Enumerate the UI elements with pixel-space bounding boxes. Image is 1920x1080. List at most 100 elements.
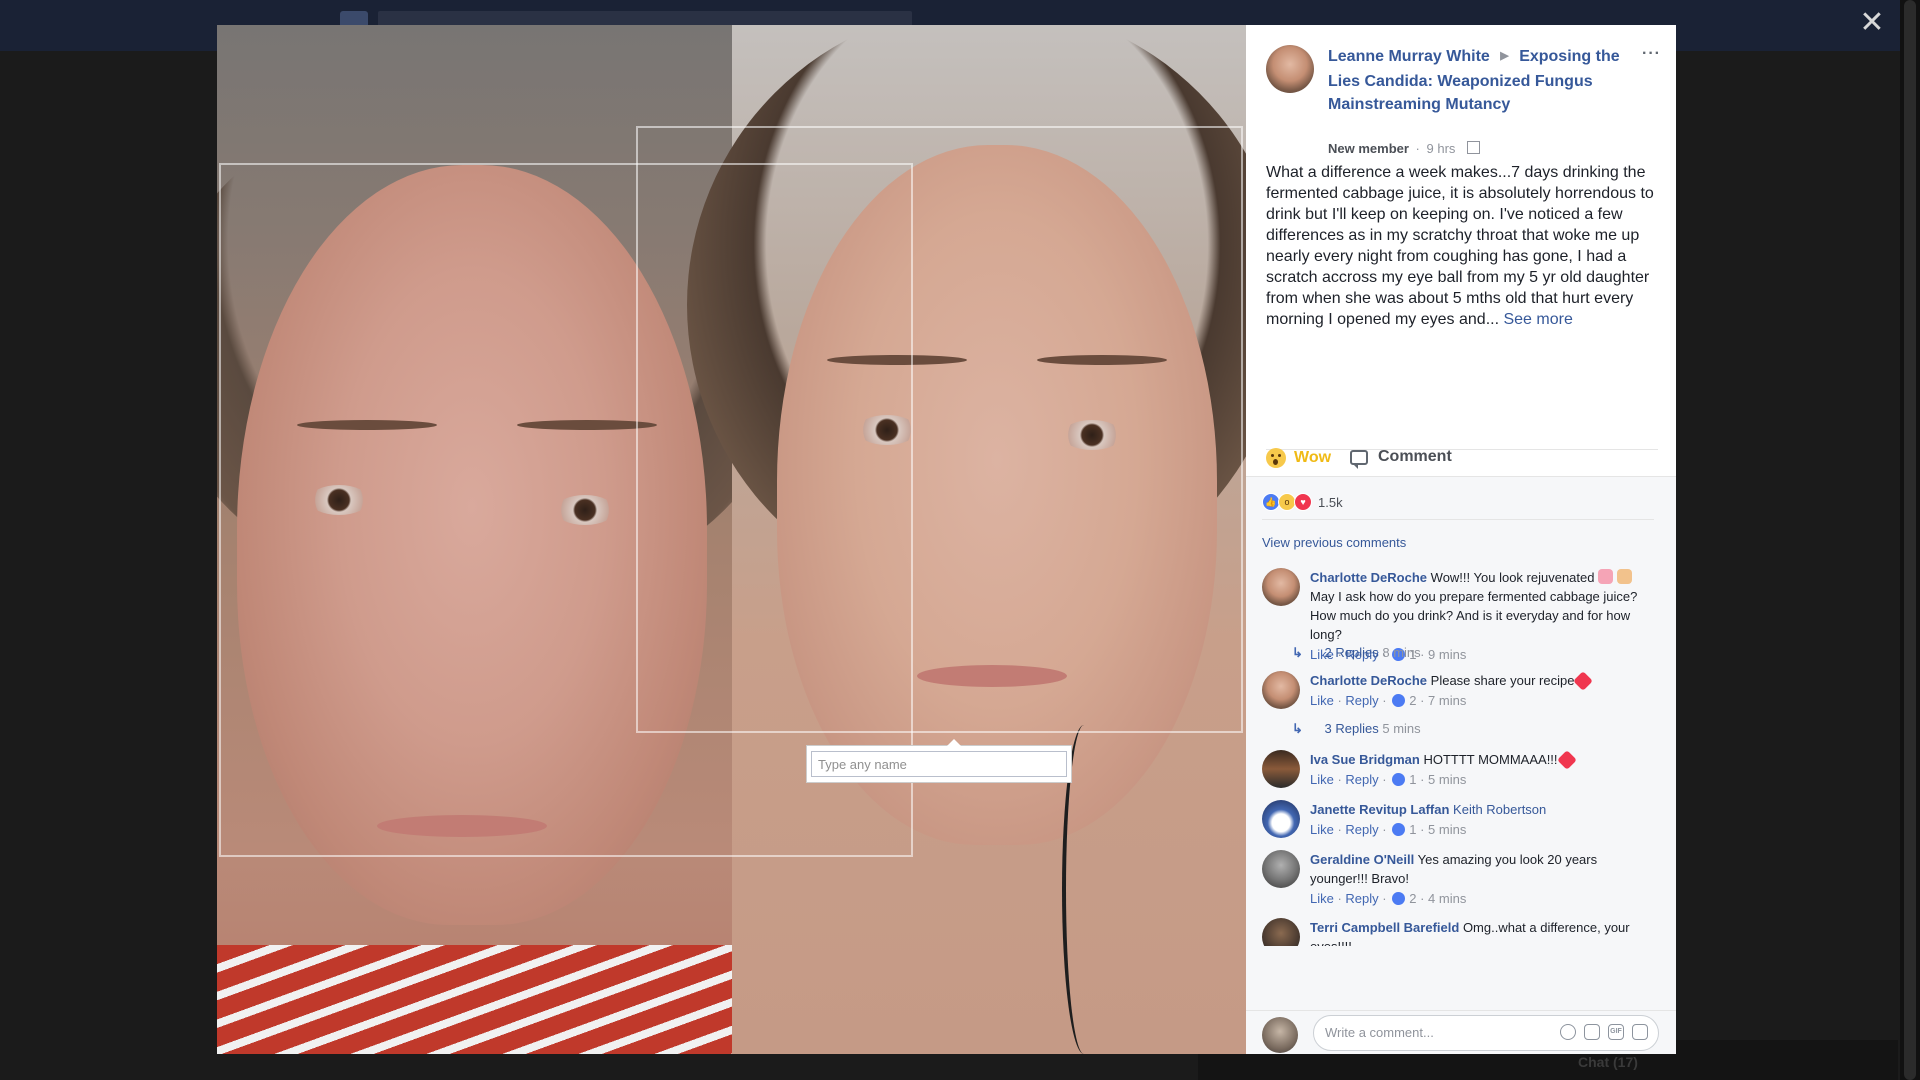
- like-badge-icon: [1392, 773, 1406, 786]
- chat-label: Chat (17): [1578, 1054, 1638, 1070]
- comment-footer: Like · Reply · 2 · 7 mins: [1310, 693, 1467, 708]
- comment-time[interactable]: 9 mins: [1428, 647, 1466, 662]
- wow-emoji-icon: [1266, 448, 1286, 468]
- sticker-icon[interactable]: [1632, 1024, 1648, 1040]
- comment-body: Janette Revitup Laffan Keith Robertson L…: [1310, 800, 1640, 841]
- comment-input-tools: GIF: [1560, 1024, 1648, 1040]
- more-options-button[interactable]: ···: [1642, 45, 1666, 63]
- wow-label: Wow: [1294, 449, 1332, 466]
- thumbs-up-emoji-icon: [1616, 569, 1632, 584]
- replies-count-link[interactable]: 2 Replies: [1325, 645, 1379, 660]
- comment-footer: Like · Reply · 1 · 5 mins: [1310, 822, 1467, 837]
- commenter-avatar[interactable]: [1262, 918, 1300, 946]
- comment-body: Terri Campbell Barefield Omg..what a dif…: [1310, 918, 1640, 946]
- reply-comment-link[interactable]: Reply: [1345, 891, 1378, 906]
- like-badge-icon: [1392, 823, 1406, 836]
- author-avatar[interactable]: [1266, 45, 1314, 93]
- face-tag-box[interactable]: [636, 126, 1243, 733]
- comment-time[interactable]: 5 mins: [1428, 772, 1466, 787]
- comment-text-continued: May I ask how do you prepare fermented c…: [1310, 589, 1638, 642]
- photo-viewer-image[interactable]: [217, 25, 1246, 1054]
- page-scrollbar[interactable]: [1900, 0, 1920, 1080]
- comment-footer: Like · Reply · 1 · 5 mins: [1310, 772, 1467, 787]
- tag-name-input[interactable]: [811, 751, 1067, 777]
- reaction-count: 1.5k: [1318, 494, 1343, 510]
- write-comment-placeholder: Write a comment...: [1325, 1025, 1434, 1040]
- striped-shirt: [217, 945, 732, 1054]
- replies-time: 8 mins: [1382, 645, 1421, 660]
- comment-like-count[interactable]: 1: [1409, 822, 1416, 837]
- comment-time[interactable]: 5 mins: [1428, 822, 1466, 837]
- post-actions: Wow Comment: [1266, 440, 1658, 474]
- commenter-name[interactable]: Geraldine O'Neill: [1310, 852, 1414, 867]
- reply-arrow-icon: ↳: [1292, 645, 1303, 660]
- replies-count-link[interactable]: 3 Replies: [1325, 721, 1379, 736]
- reply-arrow-icon: ↳: [1292, 721, 1303, 736]
- divider: [1262, 519, 1654, 520]
- write-comment-input[interactable]: Write a comment... GIF: [1313, 1015, 1659, 1051]
- comment-body: Charlotte DeRoche Please share your reci…: [1310, 671, 1640, 712]
- commenter-name[interactable]: Charlotte DeRoche: [1310, 570, 1427, 585]
- heart-emoji-icon: [1556, 750, 1577, 770]
- comment-bubble-icon: [1350, 449, 1368, 469]
- commenter-name[interactable]: Terri Campbell Barefield: [1310, 920, 1459, 935]
- author-name-link[interactable]: Leanne Murray White: [1328, 48, 1490, 65]
- reaction-summary[interactable]: 👍 o ♥ 1.5k: [1262, 493, 1343, 511]
- comment-footer: Like · Reply · 2 · 4 mins: [1310, 891, 1467, 906]
- comment-label: Comment: [1378, 448, 1452, 465]
- comment-item: Terri Campbell Barefield Omg..what a dif…: [1262, 918, 1662, 946]
- heart-emoji-icon: [1573, 671, 1594, 691]
- tagged-name-link[interactable]: Keith Robertson: [1453, 802, 1546, 817]
- reply-comment-link[interactable]: Reply: [1345, 693, 1378, 708]
- like-badge-icon: [1392, 694, 1406, 707]
- commenter-avatar[interactable]: [1262, 850, 1300, 888]
- comment-body: Iva Sue Bridgman HOTTTT MOMMAAA!!! Like …: [1310, 750, 1640, 791]
- camera-icon[interactable]: [1584, 1024, 1600, 1040]
- replies-time: 5 mins: [1382, 721, 1421, 736]
- post-time-link[interactable]: 9 hrs: [1427, 141, 1456, 156]
- comment-like-count[interactable]: 1: [1409, 772, 1416, 787]
- wow-reaction-button[interactable]: Wow: [1266, 448, 1331, 468]
- commenter-avatar[interactable]: [1262, 800, 1300, 838]
- commenter-name[interactable]: Charlotte DeRoche: [1310, 673, 1427, 688]
- commenter-name[interactable]: Janette Revitup Laffan: [1310, 802, 1449, 817]
- replies-row[interactable]: ↳ 3 Replies 5 mins: [1292, 721, 1421, 737]
- comment-time[interactable]: 4 mins: [1428, 891, 1466, 906]
- like-comment-link[interactable]: Like: [1310, 693, 1334, 708]
- current-user-avatar: [1262, 1017, 1298, 1053]
- scrollbar-thumb[interactable]: [1904, 0, 1916, 1080]
- emoji-icon[interactable]: [1560, 1024, 1576, 1040]
- comment-button[interactable]: Comment: [1350, 448, 1452, 469]
- post-author-line: Leanne Murray White ▶ Exposing the Lies …: [1328, 45, 1638, 116]
- post-text: What a difference a week makes...7 days …: [1266, 164, 1654, 328]
- love-reaction-icon: ♥: [1294, 493, 1312, 511]
- post-body: What a difference a week makes...7 days …: [1266, 162, 1658, 330]
- triangle-right-icon: ▶: [1500, 50, 1509, 62]
- comment-like-count[interactable]: 2: [1409, 891, 1416, 906]
- comment-text: HOTTTT MOMMAAA!!!: [1423, 752, 1558, 767]
- comment-like-count[interactable]: 2: [1409, 693, 1416, 708]
- view-previous-comments-link[interactable]: View previous comments: [1262, 535, 1406, 550]
- like-comment-link[interactable]: Like: [1310, 891, 1334, 906]
- gif-icon[interactable]: GIF: [1608, 1024, 1624, 1040]
- comment-time[interactable]: 7 mins: [1428, 693, 1466, 708]
- write-comment-bar: Write a comment... GIF: [1246, 1010, 1676, 1054]
- heart-sparkle-emoji-icon: [1598, 569, 1614, 584]
- comments-area: 👍 o ♥ 1.5k View previous comments Charlo…: [1246, 476, 1676, 1054]
- comment-body: Geraldine O'Neill Yes amazing you look 2…: [1310, 850, 1640, 910]
- commenter-avatar[interactable]: [1262, 568, 1300, 606]
- commenter-avatar[interactable]: [1262, 750, 1300, 788]
- close-viewer-button[interactable]: ✕: [1857, 8, 1887, 38]
- reply-comment-link[interactable]: Reply: [1345, 822, 1378, 837]
- see-more-link[interactable]: See more: [1503, 311, 1572, 328]
- replies-row[interactable]: ↳ 2 Replies 8 mins: [1292, 645, 1421, 661]
- commenter-avatar[interactable]: [1262, 671, 1300, 709]
- like-comment-link[interactable]: Like: [1310, 822, 1334, 837]
- meta-separator: ·: [1415, 141, 1420, 156]
- commenter-name[interactable]: Iva Sue Bridgman: [1310, 752, 1420, 767]
- comment-text: Wow!!! You look rejuvenated: [1430, 570, 1595, 585]
- like-comment-link[interactable]: Like: [1310, 772, 1334, 787]
- tag-name-popup: [806, 739, 1072, 783]
- reply-comment-link[interactable]: Reply: [1345, 772, 1378, 787]
- audience-icon: [1467, 141, 1481, 154]
